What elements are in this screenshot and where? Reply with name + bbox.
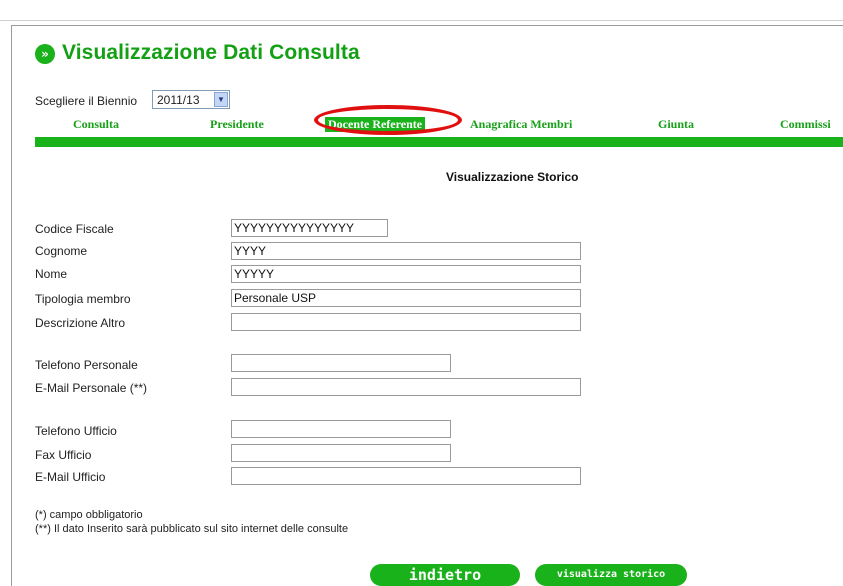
top-bar	[0, 0, 843, 21]
fax-ufficio-field[interactable]	[231, 444, 451, 462]
tipologia-membro-field[interactable]: Personale USP	[231, 289, 581, 307]
tab-commissioni[interactable]: Commissi	[780, 117, 831, 132]
descrizione-altro-label: Descrizione Altro	[35, 316, 126, 330]
telefono-personale-field[interactable]	[231, 354, 451, 372]
nome-label: Nome	[35, 267, 68, 281]
fax-ufficio-label: Fax Ufficio	[35, 448, 92, 462]
email-ufficio-field[interactable]	[231, 467, 581, 485]
biennio-label: Scegliere il Biennio	[35, 94, 138, 108]
tab-anagrafica-membri[interactable]: Anagrafica Membri	[470, 117, 572, 132]
codice-fiscale-field[interactable]: YYYYYYYYYYYYYYY	[231, 219, 388, 237]
cognome-field[interactable]: YYYY	[231, 242, 581, 260]
email-personale-field[interactable]	[231, 378, 581, 396]
biennio-selected-value: 2011/13	[157, 93, 200, 107]
tab-giunta[interactable]: Giunta	[658, 117, 694, 132]
codice-fiscale-label: Codice Fiscale	[35, 222, 114, 236]
descrizione-altro-field[interactable]	[231, 313, 581, 331]
page-title: Visualizzazione Dati Consulta	[62, 41, 360, 64]
tipologia-membro-label: Tipologia membro	[35, 292, 131, 306]
biennio-select[interactable]: 2011/13 ▼	[152, 90, 230, 109]
tab-presidente[interactable]: Presidente	[210, 117, 264, 132]
tab-underline-bar	[35, 137, 843, 147]
email-ufficio-label: E-Mail Ufficio	[35, 470, 106, 484]
telefono-ufficio-field[interactable]	[231, 420, 451, 438]
double-chevron-right-icon: »	[35, 44, 55, 64]
published-note: (**) Il dato Inserito sarà pubblicato su…	[35, 523, 349, 535]
chevron-down-icon[interactable]: ▼	[214, 92, 228, 107]
cognome-label: Cognome	[35, 244, 88, 258]
nome-field[interactable]: YYYYY	[231, 265, 581, 283]
telefono-ufficio-label: Telefono Ufficio	[35, 424, 117, 438]
view-history-button[interactable]: visualizza storico	[535, 564, 687, 586]
highlight-ring	[314, 105, 462, 135]
tab-consulta[interactable]: Consulta	[73, 117, 119, 132]
back-button[interactable]: indietro	[370, 564, 520, 586]
required-note: (*) campo obbligatorio	[35, 509, 143, 521]
telefono-personale-label: Telefono Personale	[35, 358, 138, 372]
email-personale-label: E-Mail Personale (**)	[35, 381, 148, 395]
section-title: Visualizzazione Storico	[446, 170, 579, 184]
